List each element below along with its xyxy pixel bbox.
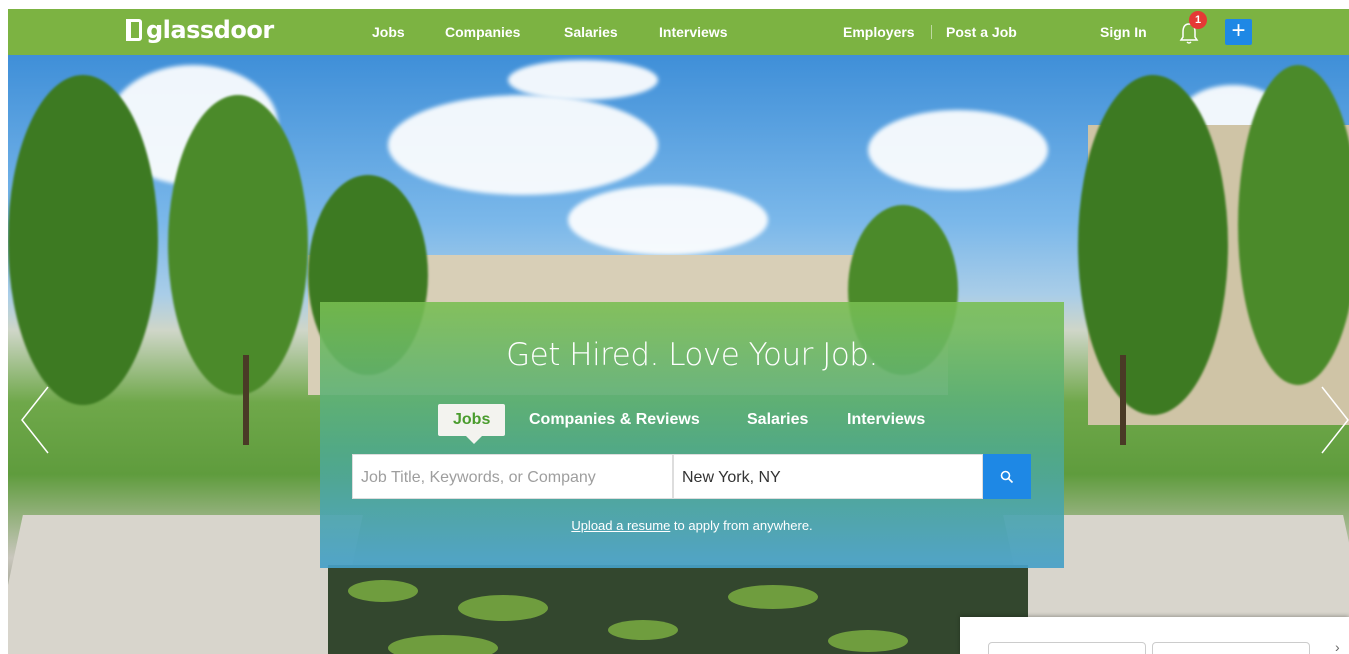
card-item[interactable] <box>988 642 1146 654</box>
logo-mark-icon <box>126 19 142 41</box>
tab-jobs[interactable]: Jobs <box>438 404 506 436</box>
notification-badge: 1 <box>1189 11 1207 29</box>
nav-interviews[interactable]: Interviews <box>659 24 727 40</box>
nav-companies[interactable]: Companies <box>445 24 520 40</box>
hero-headline: Get Hired. Love Your Job. <box>506 337 878 373</box>
top-nav: glassdoor Jobs Companies Salaries Interv… <box>8 9 1349 55</box>
nav-divider <box>931 25 932 39</box>
search-icon <box>1000 470 1014 483</box>
nav-employers[interactable]: Employers <box>843 24 915 40</box>
tab-interviews[interactable]: Interviews <box>847 404 925 436</box>
nav-jobs[interactable]: Jobs <box>372 24 405 40</box>
tab-companies-reviews[interactable]: Companies & Reviews <box>529 404 700 436</box>
card-item[interactable] <box>1152 642 1310 654</box>
upload-resume-link[interactable]: Upload a resume <box>571 518 670 533</box>
location-input[interactable]: New York, NY <box>673 454 983 499</box>
nav-sign-in[interactable]: Sign In <box>1100 24 1147 40</box>
upload-resume-line: Upload a resume to apply from anywhere. <box>320 518 1064 533</box>
logo-text: glassdoor <box>146 16 274 44</box>
bottom-card: › <box>960 617 1349 654</box>
search-button[interactable] <box>983 454 1031 499</box>
carousel-next-icon[interactable] <box>1320 385 1349 455</box>
glassdoor-logo[interactable]: glassdoor <box>126 16 274 44</box>
nav-post-job[interactable]: Post a Job <box>946 24 1017 40</box>
chevron-right-icon[interactable]: › <box>1335 639 1340 654</box>
nav-salaries[interactable]: Salaries <box>564 24 618 40</box>
search-panel: Get Hired. Love Your Job. Jobs Companies… <box>320 302 1064 568</box>
active-tab-pointer <box>466 436 482 444</box>
tab-salaries[interactable]: Salaries <box>747 404 808 436</box>
keyword-input[interactable]: Job Title, Keywords, or Company <box>352 454 673 499</box>
upload-resume-text: to apply from anywhere. <box>670 518 813 533</box>
plus-button[interactable]: + <box>1225 19 1252 45</box>
carousel-prev-icon[interactable] <box>20 385 50 455</box>
